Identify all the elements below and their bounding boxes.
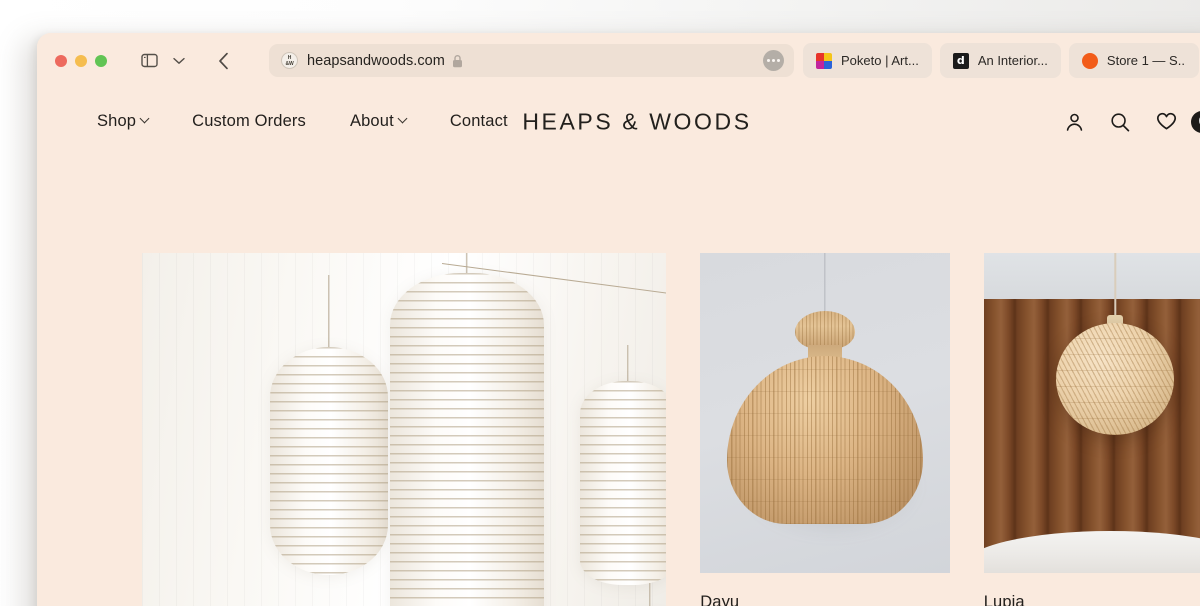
pendant-cord	[824, 253, 826, 315]
rattan-globe	[1056, 323, 1175, 435]
window-controls	[55, 54, 107, 67]
desktop-backdrop: H &W heapsandwoods.com Poketo | Art... d…	[0, 0, 1200, 606]
site-favicon-icon: H &W	[281, 52, 298, 69]
cart-count-badge[interactable]: 0	[1191, 110, 1200, 133]
nav-item-contact[interactable]: Contact	[450, 112, 508, 131]
tab-title: Store 1 — S...	[1106, 53, 1186, 68]
nav-label: Custom Orders	[192, 112, 306, 130]
browser-toolbar: H &W heapsandwoods.com Poketo | Art... d…	[37, 33, 1200, 88]
tab-poketo[interactable]: Poketo | Art...	[803, 43, 932, 78]
tab-an-interior[interactable]: d An Interior...	[939, 43, 1061, 78]
toolbar-nav-group	[135, 48, 237, 74]
minimize-window-button[interactable]	[75, 54, 87, 67]
product-meta: Dayu € 350,00	[700, 573, 949, 606]
back-chevron-icon[interactable]	[209, 48, 237, 74]
product-name: Lupia	[983, 593, 1025, 606]
tab-title: Poketo | Art...	[841, 53, 919, 68]
tab-strip: Poketo | Art... d An Interior... Store 1…	[803, 43, 1200, 78]
product-name: Dayu	[700, 593, 740, 606]
site-header: Shop Custom Orders About Contact HEAPS &…	[37, 88, 1200, 155]
product-meta: Lupia € 220,00 – € 350,00	[984, 573, 1200, 606]
nav-item-about[interactable]: About	[349, 112, 408, 131]
chevron-down-icon[interactable]	[165, 48, 193, 74]
search-icon[interactable]	[1110, 112, 1130, 132]
lantern-lower-right	[594, 583, 666, 606]
wall-top-band	[983, 253, 1200, 300]
lantern-oval-left	[270, 275, 388, 575]
url-text: heapsandwoods.com	[307, 52, 445, 69]
close-window-button[interactable]	[55, 54, 67, 67]
nav-label: About	[349, 112, 394, 130]
favicon-bottom-text: &W	[285, 60, 294, 67]
marble-table	[983, 531, 1200, 573]
hero-product-card[interactable]	[142, 253, 667, 606]
tab-title: An Interior...	[977, 53, 1048, 68]
product-card-dayu[interactable]: Dayu € 350,00	[700, 253, 950, 606]
poketo-grid-icon	[816, 52, 832, 69]
rattan-dome	[727, 356, 924, 524]
nav-label: Shop	[97, 112, 137, 130]
orange-circle-icon	[1081, 52, 1098, 69]
address-bar[interactable]: H &W heapsandwoods.com	[269, 44, 794, 77]
tab-store-1[interactable]: Store 1 — S...	[1068, 43, 1199, 78]
product-grid: Dayu € 350,00 Lupia € 220,0	[142, 253, 1200, 606]
website-viewport: Shop Custom Orders About Contact HEAPS &…	[37, 88, 1200, 606]
sidebar-toggle-icon[interactable]	[135, 48, 163, 74]
rattan-knob	[795, 311, 856, 349]
wishlist-heart-icon[interactable]	[1156, 112, 1177, 131]
lantern-tall-center	[390, 253, 544, 606]
chevron-down-icon	[397, 113, 408, 124]
chevron-down-icon	[139, 113, 150, 124]
nav-item-custom-orders[interactable]: Custom Orders	[192, 112, 306, 131]
nav-label: Contact	[449, 112, 508, 130]
header-actions: 0	[1065, 110, 1200, 133]
nav-item-shop[interactable]: Shop	[97, 112, 150, 131]
dribbble-d-icon: d	[952, 52, 969, 69]
zoom-window-button[interactable]	[95, 54, 107, 67]
account-icon[interactable]	[1065, 112, 1084, 132]
dayu-product-image	[700, 253, 950, 573]
more-options-icon[interactable]	[763, 50, 784, 71]
browser-window: H &W heapsandwoods.com Poketo | Art... d…	[37, 33, 1200, 606]
lantern-right	[580, 345, 667, 585]
lock-icon	[452, 54, 463, 68]
main-navigation: Shop Custom Orders About Contact	[97, 112, 552, 131]
product-card-lupia[interactable]: Lupia € 220,00 – € 350,00	[983, 253, 1200, 606]
hero-lantern-image	[142, 253, 667, 606]
lupia-product-image	[983, 253, 1200, 573]
